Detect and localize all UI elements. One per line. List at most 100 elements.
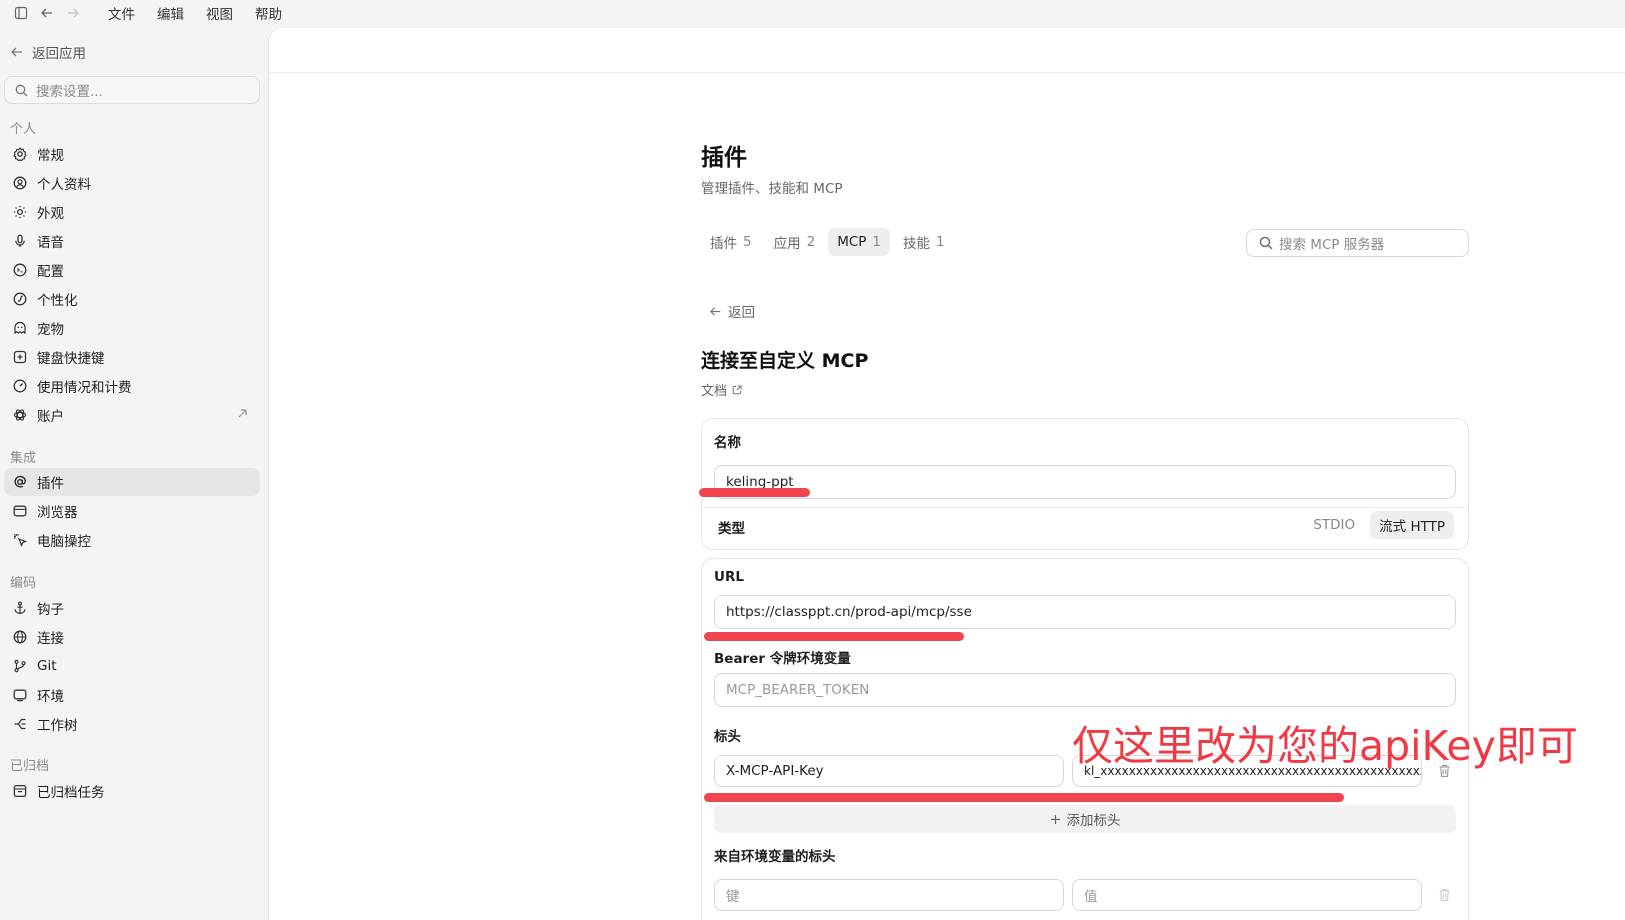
sidebar-item-hooks[interactable]: 钩子: [4, 594, 260, 622]
docs-link[interactable]: 文档: [701, 380, 742, 399]
sidebar-item-general[interactable]: 常规: [4, 140, 260, 168]
anchor-icon: [12, 600, 28, 616]
settings-search-placeholder: 搜索设置...: [36, 84, 103, 100]
tab-apps[interactable]: 应用 2: [765, 228, 825, 256]
back-to-app-label: 返回应用: [32, 46, 86, 62]
back-to-app-link[interactable]: 返回应用: [10, 42, 86, 62]
sidebar-item-label: 已归档任务: [37, 785, 105, 801]
tab-count: 2: [806, 234, 816, 250]
header-key-input[interactable]: X-MCP-API-Key: [714, 755, 1064, 787]
tab-plugins[interactable]: 插件 5: [701, 228, 761, 256]
menu-edit[interactable]: 编辑: [157, 3, 184, 23]
pet-icon: [12, 320, 28, 336]
sun-icon: [12, 204, 28, 220]
headers-label: 标头: [714, 729, 741, 745]
sidebar-item-label: 个性化: [37, 293, 78, 309]
mcp-search-placeholder: 搜索 MCP 服务器: [1279, 237, 1385, 253]
header-divider: [269, 72, 1625, 73]
sidebar-item-archived-tasks[interactable]: 已归档任务: [4, 777, 260, 805]
sidebar-item-pet[interactable]: 宠物: [4, 314, 260, 342]
gauge-icon: [12, 378, 28, 394]
sidebar-item-label: 工作树: [37, 718, 78, 734]
sidebar-item-personalize[interactable]: 个性化: [4, 285, 260, 313]
tab-label: 插件: [710, 236, 737, 252]
sidebar-item-label: 个人资料: [37, 177, 91, 193]
user-circle-icon: [12, 175, 28, 191]
menu-view[interactable]: 视图: [206, 3, 233, 23]
sidebar-item-label: 外观: [37, 206, 64, 222]
sidebar-toggle-icon[interactable]: [8, 2, 34, 24]
add-header-label: 添加标头: [1066, 813, 1121, 829]
page-subtitle: 管理插件、技能和 MCP: [701, 181, 843, 197]
name-label: 名称: [714, 435, 741, 451]
sidebar-item-voice[interactable]: 语音: [4, 227, 260, 255]
search-icon: [1259, 236, 1273, 250]
sidebar-item-browser[interactable]: 浏览器: [4, 497, 260, 525]
sidebar-item-computer-control[interactable]: 电脑操控: [4, 526, 260, 554]
tab-count: 1: [872, 234, 881, 250]
add-header-button[interactable]: 添加标头: [714, 805, 1456, 833]
sidebar-item-connections[interactable]: 连接: [4, 623, 260, 651]
sidebar-item-label: 插件: [37, 476, 64, 492]
sidebar-item-worktree[interactable]: 工作树: [4, 710, 260, 738]
sidebar-item-plugins[interactable]: 插件: [4, 468, 260, 496]
section-personal: 个人: [10, 122, 37, 137]
sidebar-item-git[interactable]: Git: [4, 652, 260, 680]
sidebar-item-label: 语音: [37, 235, 64, 251]
sidebar-item-label: Git: [37, 658, 57, 674]
sidebar-item-label: 键盘快捷键: [37, 351, 105, 367]
mcp-search-input[interactable]: 搜索 MCP 服务器: [1246, 229, 1469, 257]
plus-icon: [1050, 814, 1060, 824]
env-header-key-input[interactable]: 键: [714, 879, 1064, 911]
form-title: 连接至自定义 MCP: [701, 350, 869, 372]
tab-skills[interactable]: 技能 1: [894, 228, 954, 256]
bearer-token-input[interactable]: MCP_BEARER_TOKEN: [714, 673, 1456, 707]
annotation-underline-header: [704, 793, 1344, 802]
sidebar-item-account[interactable]: 账户: [4, 401, 260, 429]
config-icon: [12, 262, 28, 278]
sidebar-item-profile[interactable]: 个人资料: [4, 169, 260, 197]
back-arrow-icon[interactable]: [34, 2, 60, 24]
name-type-card: 名称 keling-ppt 类型 STDIO 流式 HTTP: [701, 418, 1469, 550]
sidebar-item-label: 连接: [37, 631, 64, 647]
archive-box-icon: [12, 783, 28, 799]
tab-count: 1: [936, 234, 945, 250]
docs-label: 文档: [701, 384, 728, 399]
back-arrow-icon: [710, 306, 721, 316]
main-panel: 插件 管理插件、技能和 MCP 插件 5 应用 2 MCP 1 技能 1 搜索 …: [268, 28, 1625, 920]
monitor-icon: [12, 687, 28, 703]
type-option-streamable-http[interactable]: 流式 HTTP: [1370, 511, 1454, 539]
sidebar-item-label: 环境: [37, 689, 64, 705]
sidebar-item-environment[interactable]: 环境: [4, 681, 260, 709]
menu-help[interactable]: 帮助: [255, 3, 282, 23]
account-logo-icon: [12, 407, 28, 423]
sidebar-item-shortcuts[interactable]: 键盘快捷键: [4, 343, 260, 371]
keyboard-icon: [12, 349, 28, 365]
section-coding: 编码: [10, 576, 37, 591]
browser-window-icon: [12, 503, 28, 519]
back-arrow-icon: [11, 47, 22, 57]
sidebar-item-config[interactable]: 配置: [4, 256, 260, 284]
annotation-underline-url: [704, 632, 964, 641]
forward-arrow-icon[interactable]: [60, 2, 86, 24]
sidebar-item-label: 钩子: [37, 602, 64, 618]
tab-mcp[interactable]: MCP 1: [828, 228, 890, 256]
env-header-value-input[interactable]: 值: [1072, 879, 1422, 911]
type-option-stdio[interactable]: STDIO: [1304, 511, 1364, 539]
sidebar-item-appearance[interactable]: 外观: [4, 198, 260, 226]
plugin-tabs: 插件 5 应用 2 MCP 1 技能 1: [701, 228, 954, 256]
personalize-icon: [12, 291, 28, 307]
url-input[interactable]: https://classppt.cn/prod-api/mcp/sse: [714, 595, 1456, 629]
settings-search-input[interactable]: 搜索设置...: [4, 76, 260, 104]
trash-icon[interactable]: [1436, 887, 1452, 903]
card-divider: [702, 507, 1468, 508]
tab-label: MCP: [837, 234, 867, 250]
annotation-underline-name: [699, 488, 810, 497]
page-title: 插件: [701, 145, 747, 171]
menu-bar: 文件 编辑 视图 帮助: [0, 0, 1625, 26]
name-input[interactable]: keling-ppt: [714, 465, 1456, 499]
sidebar-item-usage[interactable]: 使用情况和计费: [4, 372, 260, 400]
back-link[interactable]: 返回: [709, 301, 755, 321]
search-icon: [15, 84, 28, 96]
menu-file[interactable]: 文件: [108, 3, 135, 23]
